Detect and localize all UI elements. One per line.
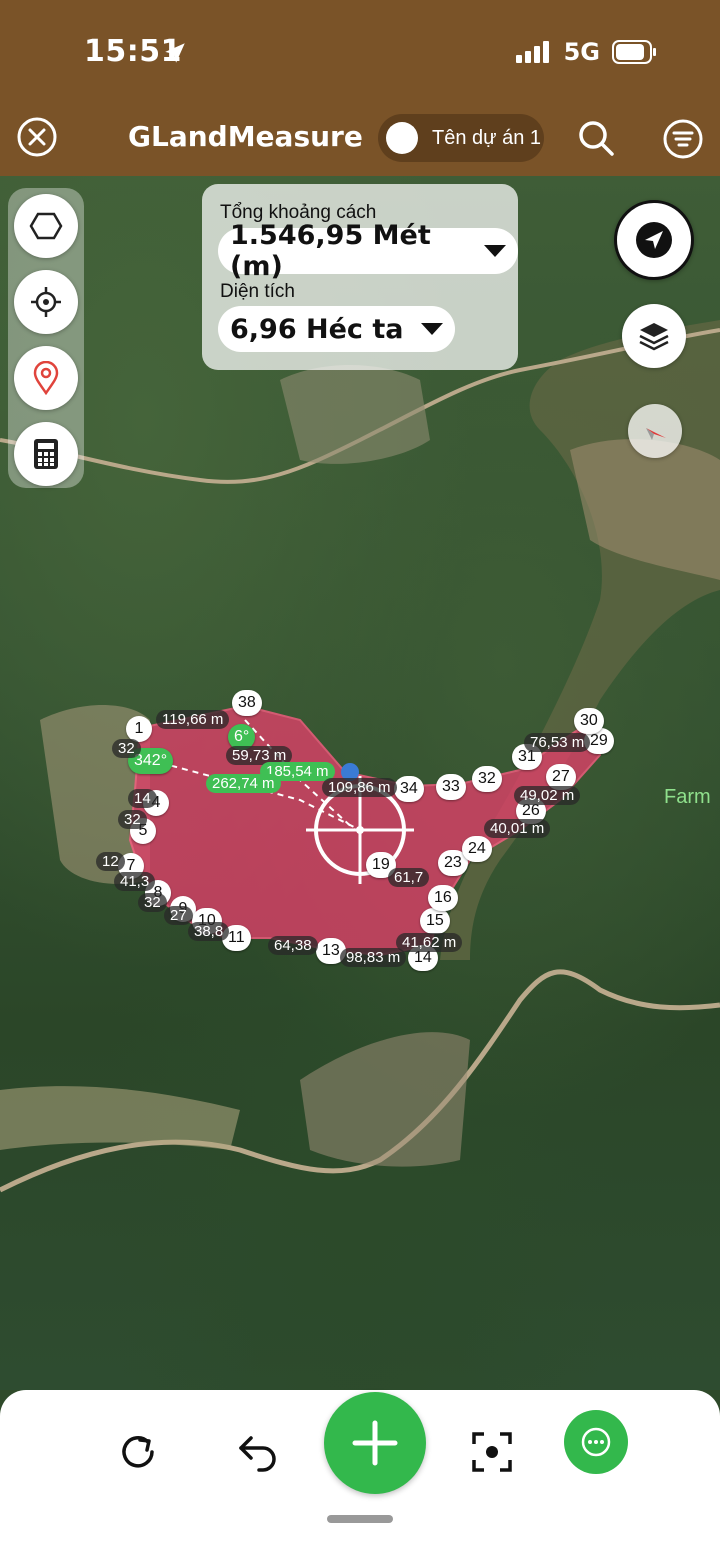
- distance-label: 32: [112, 739, 141, 758]
- app-title: GLandMeasure: [128, 120, 363, 153]
- close-icon: [17, 117, 57, 157]
- distance-label: 49,02 m: [514, 786, 581, 805]
- search-icon: [579, 121, 614, 156]
- point-marker[interactable]: 15: [420, 908, 450, 934]
- distance-label: 76,53 m: [524, 733, 591, 752]
- compass-icon: [646, 428, 666, 440]
- close-button[interactable]: [16, 116, 58, 158]
- area-value: 6,96 Héc ta: [230, 313, 404, 345]
- distance-label: 40,01 m: [484, 819, 551, 838]
- distance-label: 41,3: [114, 872, 156, 891]
- distance-label: 27: [164, 906, 193, 925]
- area-unit-dropdown[interactable]: 6,96 Héc ta: [218, 306, 456, 352]
- calculator-button[interactable]: [14, 422, 78, 486]
- calculator-icon: [34, 439, 58, 469]
- network-type: 5G: [563, 38, 600, 66]
- distance-value: 1.546,95 Mét (m): [230, 220, 431, 282]
- plus-icon: [352, 1420, 398, 1466]
- navigate-button[interactable]: [614, 200, 694, 280]
- undo-icon: [239, 1436, 276, 1472]
- redo-button[interactable]: [106, 1420, 170, 1484]
- app-bar: GLandMeasure Tên dự án 1: [0, 100, 720, 176]
- distance-label: 38,8: [188, 922, 230, 941]
- area-label-title: Diện tích: [220, 281, 295, 302]
- point-marker[interactable]: 24: [462, 836, 492, 862]
- chevron-down-icon: [421, 323, 444, 335]
- refresh-icon: [122, 1436, 154, 1468]
- distance-label: 32: [138, 893, 167, 912]
- chevron-down-icon: [484, 245, 506, 257]
- add-point-button[interactable]: [324, 1392, 426, 1494]
- map-place-label: Farm: [664, 786, 711, 808]
- point-marker[interactable]: 33: [436, 774, 466, 800]
- undo-button[interactable]: [226, 1420, 290, 1484]
- distance-label: 12: [96, 852, 125, 871]
- menu-button[interactable]: [662, 118, 704, 160]
- point-marker[interactable]: 30: [574, 708, 604, 734]
- point-marker[interactable]: 38: [232, 690, 262, 716]
- distance-label: 64,38: [268, 936, 318, 955]
- battery-icon: [612, 40, 656, 64]
- distance-label: 119,66 m: [156, 710, 230, 729]
- map-tools-panel: [8, 188, 84, 488]
- fit-view-button[interactable]: [460, 1420, 524, 1484]
- point-marker[interactable]: 34: [394, 776, 424, 802]
- locate-me-button[interactable]: [14, 270, 78, 334]
- point-marker[interactable]: 16: [428, 885, 458, 911]
- project-name: Tên dự án 1: [432, 127, 542, 149]
- distance-unit-dropdown[interactable]: 1.546,95 Mét (m): [218, 220, 518, 282]
- distance-label: 61,7: [388, 868, 430, 887]
- toggle-knob: [386, 122, 418, 154]
- distance-label: 41,62 m: [396, 933, 463, 952]
- navigation-icon: [636, 222, 672, 258]
- add-pin-button[interactable]: [14, 346, 78, 410]
- search-button[interactable]: [576, 118, 616, 158]
- focus-frame-icon: [472, 1432, 512, 1472]
- more-options-button[interactable]: [564, 1410, 628, 1474]
- distance-label: 98,83 m: [340, 948, 407, 967]
- point-marker[interactable]: 32: [472, 766, 502, 792]
- map-pin-icon: [33, 361, 59, 395]
- compass-button[interactable]: [628, 404, 682, 458]
- status-indicators: 5G: [515, 38, 658, 66]
- distance-label: 32: [118, 810, 147, 829]
- status-bar: 15:51 5G: [0, 0, 720, 100]
- distance-label: 109,86 m: [322, 778, 397, 797]
- signal-icon: [515, 41, 549, 63]
- layers-icon: [639, 323, 669, 351]
- home-indicator: [327, 1515, 393, 1523]
- hexagon-icon: [29, 212, 63, 240]
- project-toggle[interactable]: Tên dự án 1: [378, 114, 544, 162]
- location-arrow-icon: [165, 43, 185, 63]
- map-layers-button[interactable]: [622, 304, 686, 368]
- menu-icon: [663, 119, 703, 159]
- measurement-panel: Tổng khoảng cách 1.546,95 Mét (m) Diện t…: [202, 184, 518, 370]
- polygon-mode-button[interactable]: [14, 194, 78, 258]
- crosshair-icon: [31, 287, 61, 317]
- distance-label: 14: [128, 789, 157, 808]
- distance-label: 262,74 m: [206, 774, 281, 793]
- more-icon: [581, 1427, 611, 1457]
